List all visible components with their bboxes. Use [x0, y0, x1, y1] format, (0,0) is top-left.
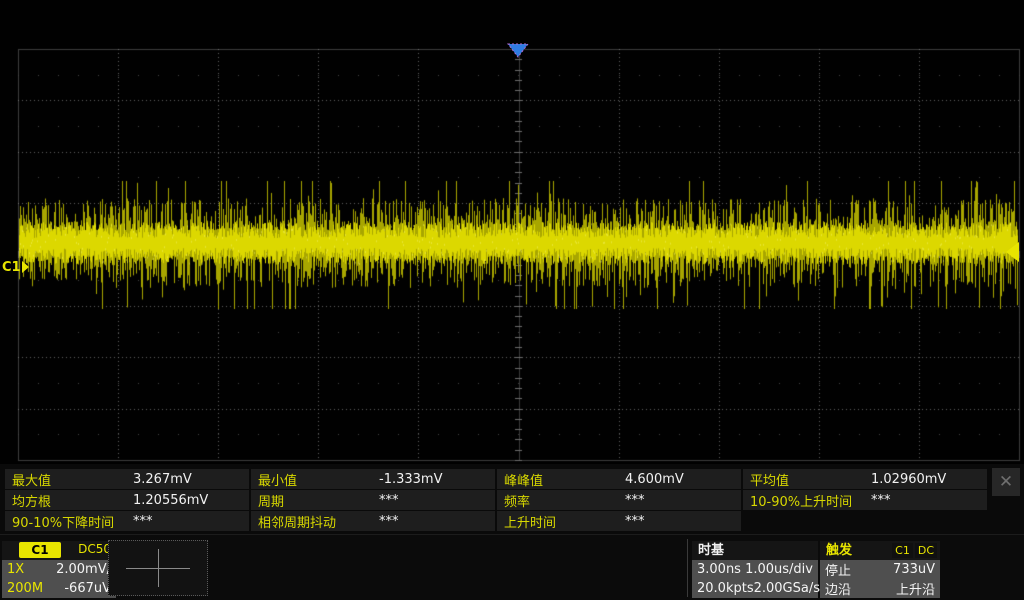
trigger-slope: 上升沿: [896, 579, 935, 598]
channel-probe: 1X: [7, 562, 24, 577]
measurement-cell[interactable]: 频率 ***: [497, 490, 741, 510]
right-arrow-icon: [22, 261, 29, 273]
status-bar: C1 DC50 1X 2.00mV/ 200M -667uV 时基 3.00ns…: [0, 534, 1024, 600]
channel-ground-label: C1: [2, 260, 21, 275]
trigger-position-triangle-icon: [507, 43, 529, 58]
measurement-cell[interactable]: 10-90%上升时间 ***: [743, 490, 987, 510]
measurement-label: 平均值: [743, 470, 789, 489]
measurement-cell[interactable]: 最大值 3.267mV: [5, 469, 249, 489]
measurement-cell[interactable]: 峰峰值 4.600mV: [497, 469, 741, 489]
channel-ground-marker[interactable]: C1: [2, 258, 29, 276]
measurement-label: 峰峰值: [497, 470, 543, 489]
trigger-coupling-badge: DC: [915, 543, 937, 558]
measurement-value: 4.600mV: [625, 472, 684, 487]
measurement-value: 3.267mV: [133, 472, 192, 487]
measurement-cell[interactable]: 上升时间 ***: [497, 511, 741, 531]
channel-volts-per-div: 2.00mV/: [56, 562, 111, 577]
trigger-box[interactable]: 触发 C1 DC 停止 733uV 边沿 上升沿: [820, 541, 940, 598]
measurement-label: 均方根: [5, 491, 51, 510]
measurement-label: 频率: [497, 491, 530, 510]
measurement-cell[interactable]: 90-10%下降时间 ***: [5, 511, 249, 531]
measurement-row: 最大值 3.267mV 最小值 -1.333mV 峰峰值 4.600mV 平均值 1.0296…: [5, 469, 987, 489]
channel-offset: -667uV: [64, 581, 111, 596]
measurement-value: ***: [379, 514, 399, 529]
trigger-row-1: 停止 733uV: [820, 560, 940, 579]
waveform-grid-display[interactable]: [0, 0, 1024, 468]
waveform-preview-slot[interactable]: [108, 540, 208, 596]
measurement-value: ***: [379, 493, 399, 508]
trigger-badges: C1 DC: [892, 543, 937, 558]
timebase-mem-depth: 20.0kpts: [697, 581, 754, 596]
measurement-label: 10-90%上升时间: [743, 491, 852, 510]
trigger-position-marker[interactable]: [507, 43, 529, 58]
channel-row-1: 1X 2.00mV/: [2, 560, 116, 579]
channel-info-box[interactable]: C1 DC50 1X 2.00mV/ 200M -667uV: [2, 541, 116, 598]
measurement-label: 90-10%下降时间: [5, 512, 114, 531]
measurement-cell[interactable]: 平均值 1.02960mV: [743, 469, 987, 489]
timebase-box[interactable]: 时基 3.00ns 1.00us/div 20.0kpts 2.00GSa/s: [692, 541, 818, 598]
timebase-scale: 1.00us/div: [745, 562, 813, 577]
measurement-value: ***: [625, 493, 645, 508]
channel-header: C1 DC50: [2, 541, 116, 560]
measurement-cell[interactable]: 均方根 1.20556mV: [5, 490, 249, 510]
oscilloscope-screen: C1 最大值 3.267mV 最小值 -1.333mV 峰峰值 4.600mV 平均值 1.0…: [0, 0, 1024, 600]
measurement-label: 周期: [251, 491, 284, 510]
trigger-header: 触发 C1 DC: [820, 541, 940, 560]
measurement-label: 最大值: [5, 470, 51, 489]
trigger-level-marker[interactable]: [1006, 242, 1019, 262]
measurement-rows: 最大值 3.267mV 最小值 -1.333mV 峰峰值 4.600mV 平均值 1.0296…: [5, 469, 987, 532]
measurement-cell[interactable]: 最小值 -1.333mV: [251, 469, 495, 489]
trigger-type: 边沿: [825, 579, 851, 598]
measurement-cell[interactable]: 周期 ***: [251, 490, 495, 510]
timebase-title: 时基: [692, 541, 818, 560]
close-measurements-button[interactable]: ✕: [992, 468, 1020, 496]
channel-bandwidth: 200M: [7, 581, 43, 596]
measurement-label: 最小值: [251, 470, 297, 489]
trigger-source-badge: C1: [892, 543, 913, 558]
measurement-label: 上升时间: [497, 512, 556, 531]
measurement-value: ***: [625, 514, 645, 529]
measurement-label: 相邻周期抖动: [251, 512, 336, 531]
channel-badge[interactable]: C1: [19, 542, 61, 558]
measurement-value: 1.20556mV: [133, 493, 208, 508]
timebase-row-1: 3.00ns 1.00us/div: [692, 560, 818, 579]
statusbar-divider: [687, 539, 688, 597]
measurement-value: 1.02960mV: [871, 472, 946, 487]
timebase-sample-rate: 2.00GSa/s: [754, 581, 820, 596]
timebase-row-2: 20.0kpts 2.00GSa/s: [692, 579, 818, 598]
trigger-status: 停止: [825, 560, 851, 579]
measurement-value: -1.333mV: [379, 472, 442, 487]
trigger-level: 733uV: [893, 562, 935, 577]
measurement-value: ***: [871, 493, 891, 508]
channel-coupling: DC50: [78, 542, 111, 556]
measurement-row: 90-10%下降时间 *** 相邻周期抖动 *** 上升时间 ***: [5, 511, 987, 531]
trigger-title: 触发: [820, 543, 852, 558]
channel-row-2: 200M -667uV: [2, 579, 116, 598]
trigger-row-2: 边沿 上升沿: [820, 579, 940, 598]
measurement-panel: 最大值 3.267mV 最小值 -1.333mV 峰峰值 4.600mV 平均值 1.0296…: [0, 464, 1024, 534]
measurement-row: 均方根 1.20556mV 周期 *** 频率 *** 10-90%上升时间 ***: [5, 490, 987, 510]
timebase-delay: 3.00ns: [697, 562, 741, 577]
measurement-cell[interactable]: 相邻周期抖动 ***: [251, 511, 495, 531]
measurement-value: ***: [133, 514, 153, 529]
